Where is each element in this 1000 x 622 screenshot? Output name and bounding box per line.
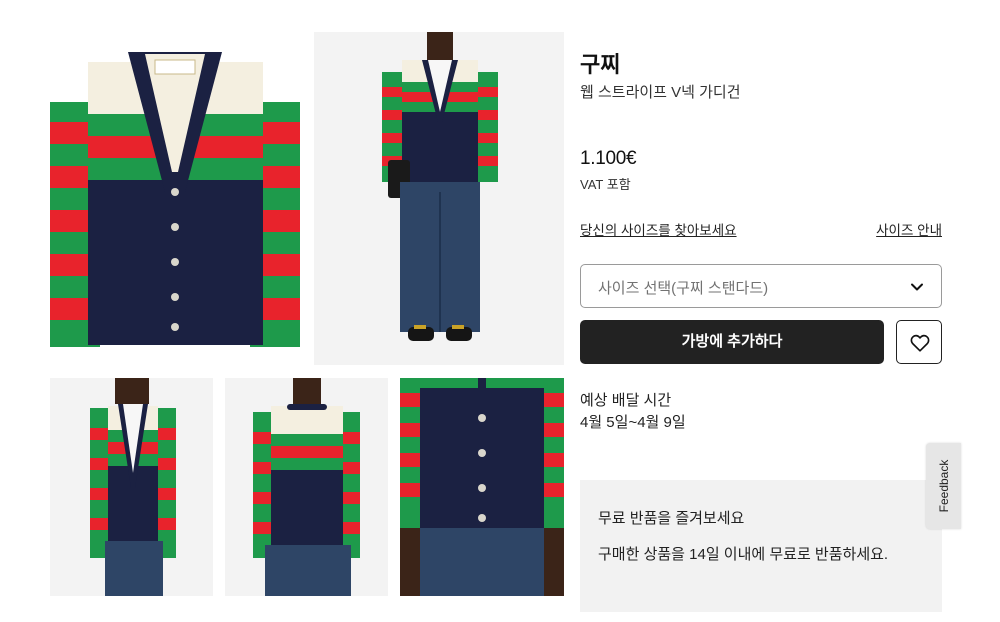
- chevron-down-icon: [911, 283, 923, 291]
- heart-icon: [910, 334, 930, 352]
- feedback-tab[interactable]: Feedback: [926, 443, 961, 529]
- product-name: 웹 스트라이프 V넥 가디건: [580, 84, 741, 101]
- size-select-placeholder: 사이즈 선택(구찌 스탠다드): [598, 280, 769, 297]
- size-select-dropdown[interactable]: 사이즈 선택(구찌 스탠다드): [580, 264, 942, 308]
- wishlist-button[interactable]: [896, 320, 942, 364]
- find-your-size-link[interactable]: 당신의 사이즈를 찾아보세요: [580, 223, 737, 238]
- product-price: 1.100€: [580, 148, 637, 169]
- crop-back-illustration: [225, 378, 388, 596]
- add-to-bag-button[interactable]: 가방에 추가하다: [580, 320, 884, 364]
- product-image-main[interactable]: [50, 32, 300, 365]
- vat-note: VAT 포함: [580, 177, 631, 192]
- product-image-crop-back[interactable]: [225, 378, 388, 596]
- product-image-model-front[interactable]: [314, 32, 564, 365]
- size-links-row: 당신의 사이즈를 찾아보세요 사이즈 안내: [580, 219, 942, 239]
- cardigan-flat-illustration: [50, 52, 300, 347]
- model-front-illustration: [314, 32, 564, 365]
- free-returns-description: 구매한 상품을 14일 이내에 무료로 반품하세요.: [598, 546, 889, 563]
- free-returns-title: 무료 반품을 즐겨보세요: [598, 510, 745, 527]
- brand-name[interactable]: 구찌: [580, 52, 942, 78]
- size-guide-link[interactable]: 사이즈 안내: [876, 219, 942, 239]
- delivery-estimate-title: 예상 배달 시간: [580, 392, 672, 409]
- product-info-panel: 구찌 웹 스트라이프 V넥 가디건: [580, 52, 942, 102]
- detail-illustration: [400, 378, 564, 596]
- product-image-detail[interactable]: [400, 378, 564, 596]
- crop-front-illustration: [50, 378, 213, 596]
- product-image-crop-front[interactable]: [50, 378, 213, 596]
- feedback-label: Feedback: [936, 459, 951, 513]
- free-returns-box: 무료 반품을 즐겨보세요 구매한 상품을 14일 이내에 무료로 반품하세요.: [580, 480, 942, 612]
- delivery-estimate-dates: 4월 5일~4월 9일: [580, 414, 686, 431]
